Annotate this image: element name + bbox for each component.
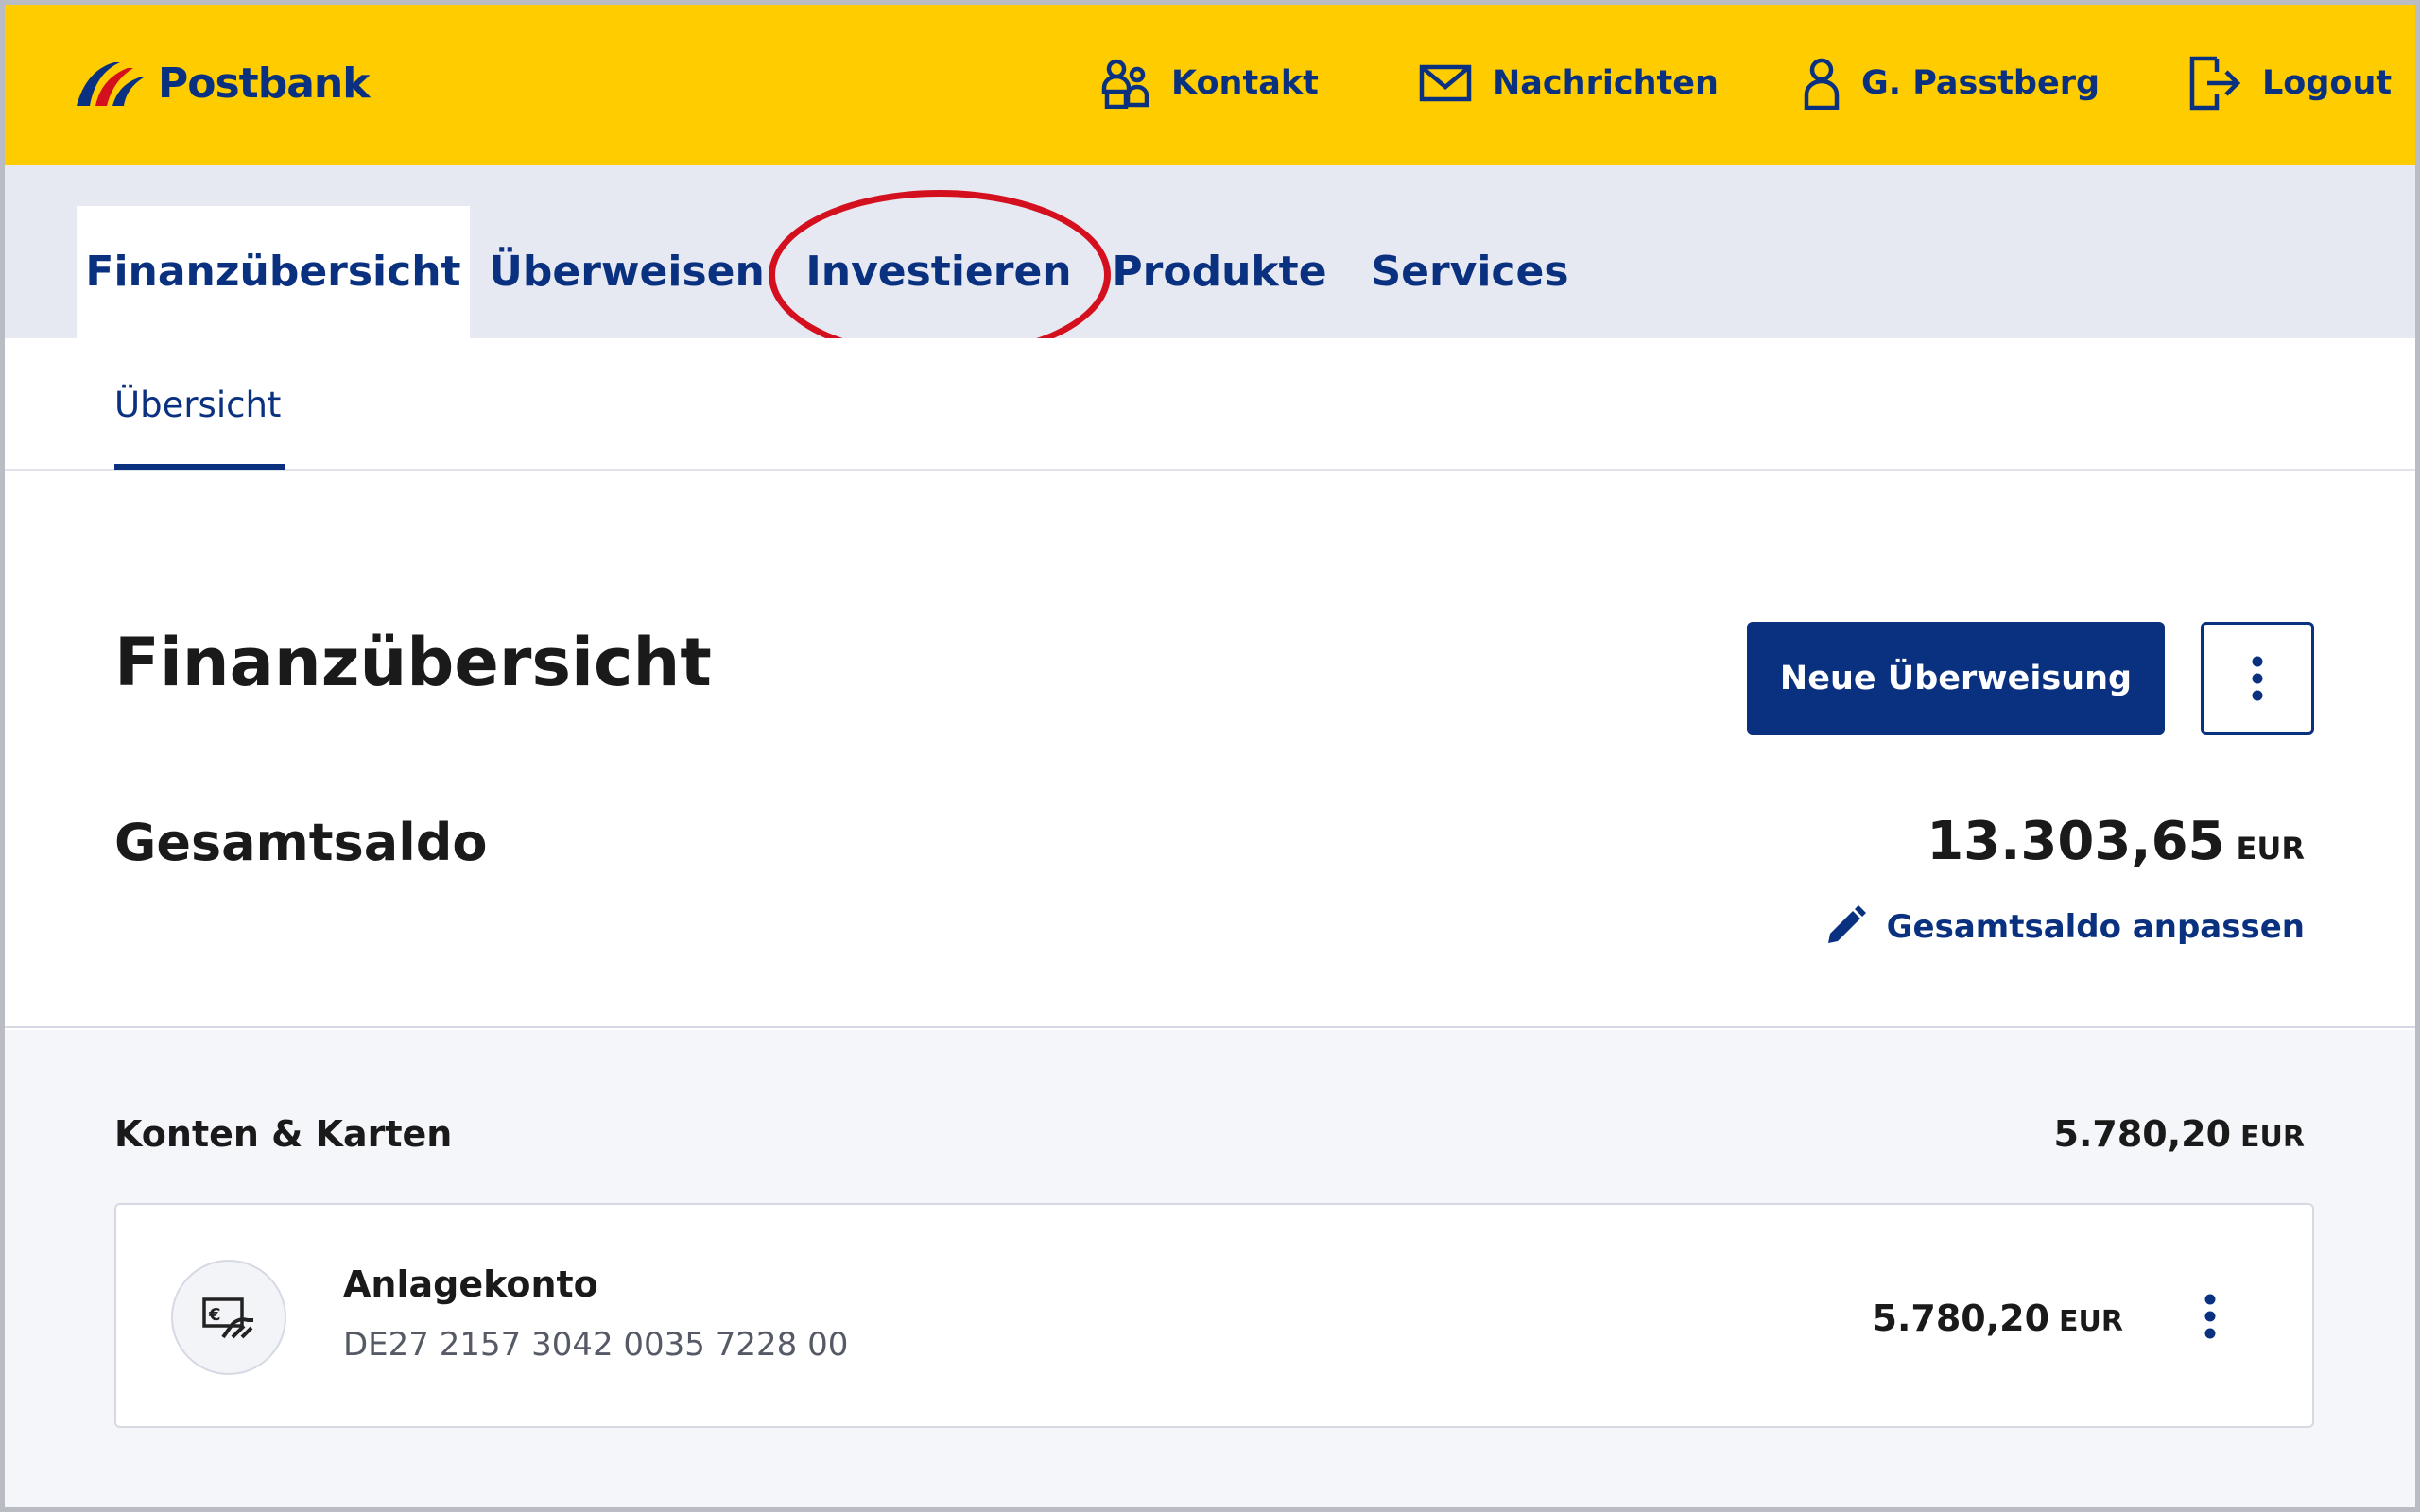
new-transfer-label: Neue Überweisung	[1779, 660, 2133, 697]
messages-label: Nachrichten	[1493, 64, 1719, 102]
messages-link[interactable]: Nachrichten	[1419, 50, 1719, 116]
account-more-options-button[interactable]	[2182, 1288, 2238, 1345]
adjust-total-link[interactable]: Gesamtsaldo anpassen	[1823, 905, 2305, 949]
account-card[interactable]: € Anlagekonto DE27 2157 3042 0035 7228 0…	[114, 1203, 2314, 1428]
tab-services[interactable]: Services	[1366, 206, 1574, 338]
tab-produkte[interactable]: Produkte	[1109, 206, 1330, 338]
app-window: Postbank Kontakt Nachrichten G. Passtber…	[0, 0, 2420, 1512]
total-balance-value: 13.303,65	[1927, 811, 2225, 872]
postbank-logo-icon	[77, 62, 144, 106]
contact-label: Kontakt	[1171, 64, 1319, 102]
account-iban: DE27 2157 3042 0035 7228 00	[343, 1326, 849, 1364]
svg-text:€: €	[208, 1305, 221, 1325]
postbank-logo[interactable]: Postbank	[71, 50, 370, 116]
contact-link[interactable]: Kontakt	[1101, 50, 1319, 116]
overview-section: Finanzübersicht Neue Überweisung Gesamts…	[5, 472, 2415, 1028]
logout-link[interactable]: Logout	[2188, 50, 2392, 116]
tab-label: Überweisen	[489, 247, 765, 296]
accounts-total-currency: EUR	[2240, 1121, 2305, 1154]
total-balance-currency: EUR	[2236, 831, 2305, 867]
subtab-uebersicht[interactable]: Übersicht	[114, 338, 281, 471]
tab-label: Finanzübersicht	[85, 247, 461, 296]
euro-card-hand-icon: €	[202, 1297, 253, 1339]
page-title: Finanzübersicht	[114, 624, 712, 701]
logout-label: Logout	[2262, 64, 2393, 102]
user-name: G. Passtberg	[1861, 64, 2100, 102]
account-type-badge: €	[171, 1260, 286, 1375]
tab-label: Produkte	[1112, 247, 1327, 296]
account-balance-value: 5.780,20	[1872, 1297, 2050, 1339]
tab-investieren[interactable]: Investieren	[797, 206, 1080, 338]
subtab-label: Übersicht	[114, 384, 282, 425]
accounts-total-value: 5.780,20	[2053, 1113, 2232, 1155]
more-options-button[interactable]	[2201, 622, 2314, 735]
sub-navigation: Übersicht	[5, 338, 2415, 471]
user-icon	[1804, 58, 1840, 110]
account-balance: 5.780,20 EUR	[1873, 1297, 2123, 1339]
vertical-dots-icon	[2204, 1294, 2216, 1339]
tab-label: Investieren	[805, 247, 1072, 296]
total-balance-label: Gesamtsaldo	[114, 813, 488, 872]
vertical-dots-icon	[2252, 656, 2263, 701]
account-balance-currency: EUR	[2059, 1305, 2123, 1338]
accounts-section-title: Konten & Karten	[114, 1113, 453, 1155]
envelope-icon	[1419, 64, 1472, 102]
total-balance-amount: 13.303,65 EUR	[1927, 811, 2305, 872]
accounts-section: Konten & Karten 5.780,20 EUR € Anlagekon…	[5, 1030, 2415, 1507]
accounts-section-total: 5.780,20 EUR	[2054, 1113, 2305, 1155]
brand-name: Postbank	[158, 59, 370, 108]
top-bar: Postbank Kontakt Nachrichten G. Passtber…	[5, 5, 2415, 165]
main-navigation: Finanzübersicht Überweisen Investieren P…	[5, 165, 2415, 338]
tab-label: Services	[1371, 247, 1569, 296]
logout-icon	[2189, 56, 2241, 111]
tab-finanzuebersicht[interactable]: Finanzübersicht	[77, 206, 470, 338]
contact-people-icon	[1101, 59, 1150, 109]
user-profile-link[interactable]: G. Passtberg	[1803, 50, 2100, 116]
account-name: Anlagekonto	[343, 1263, 598, 1305]
active-subtab-indicator	[114, 464, 285, 470]
tab-ueberweisen[interactable]: Überweisen	[485, 206, 769, 338]
pencil-icon	[1827, 905, 1866, 943]
adjust-total-label: Gesamtsaldo anpassen	[1886, 908, 2305, 946]
new-transfer-button[interactable]: Neue Überweisung	[1747, 622, 2165, 735]
